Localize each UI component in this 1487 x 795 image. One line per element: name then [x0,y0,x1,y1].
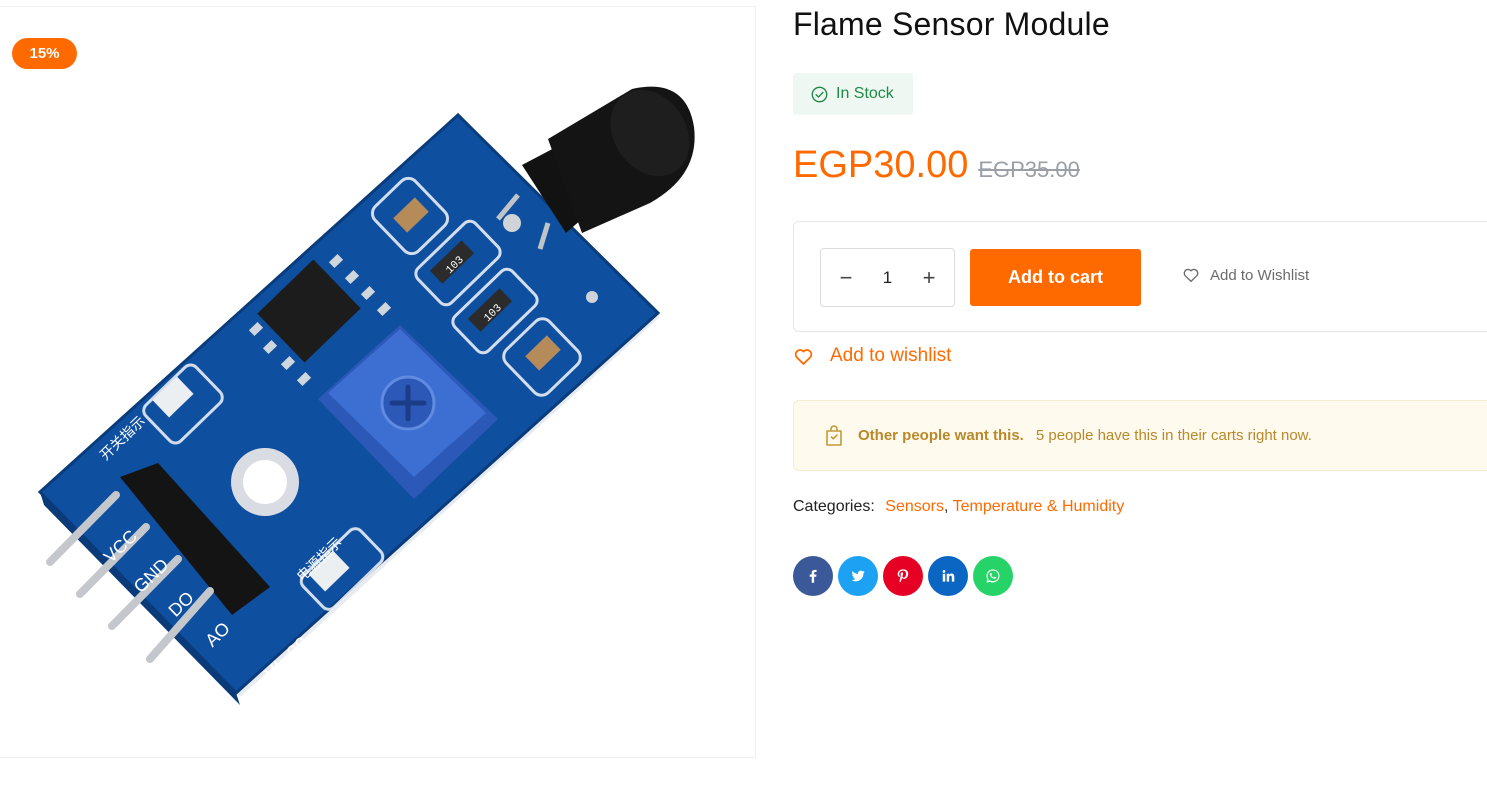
product-categories: Categories: Sensors, Temperature & Humid… [793,498,1124,516]
add-to-cart-form: − 1 + Add to cart Add to Wishlist [793,221,1487,332]
categories-label: Categories: [793,498,875,515]
cart-demand-notice: Other people want this. 5 people have th… [793,400,1487,471]
add-to-wishlist-label: Add to Wishlist [1210,266,1310,284]
add-to-cart-button[interactable]: Add to cart [970,249,1141,306]
quantity-input[interactable]: 1 [883,268,892,288]
category-link-sensors[interactable]: Sensors [885,498,944,515]
social-share [793,556,1013,596]
add-to-wishlist-link[interactable]: Add to Wishlist [1182,266,1309,284]
notice-text: 5 people have this in their carts right … [1035,427,1312,444]
sale-badge: 15% [12,38,77,69]
price: EGP30.00 EGP35.00 [793,144,1080,187]
product-gallery: 15% 103 103 开关指示 电源指示 VCC GND DO AO YL-3… [0,6,756,758]
share-facebook-button[interactable] [793,556,833,596]
stock-status-label: In Stock [836,85,894,102]
add-to-wishlist-label: Add to wishlist [830,345,952,366]
price-current: EGP30.00 [793,144,969,186]
share-linkedin-button[interactable] [928,556,968,596]
category-separator: , [943,498,953,515]
share-pinterest-button[interactable] [883,556,923,596]
product-summary: Flame Sensor Module In Stock EGP30.00 EG… [793,0,1487,795]
notice-heading: Other people want this. [858,427,1024,444]
heart-icon [1183,268,1199,283]
quantity-stepper: − 1 + [820,248,955,307]
whatsapp-icon [986,569,1000,583]
twitter-icon [851,570,865,582]
check-circle-icon [811,86,828,102]
linkedin-icon [942,570,955,582]
category-link-temperature-humidity[interactable]: Temperature & Humidity [953,498,1125,515]
pinterest-icon [897,569,909,583]
product-page: 15% 103 103 开关指示 电源指示 VCC GND DO AO YL-3… [0,0,1487,795]
share-twitter-button[interactable] [838,556,878,596]
product-title: Flame Sensor Module [793,6,1110,42]
heart-icon [794,348,813,365]
quantity-decrease-button[interactable]: − [835,266,857,289]
add-to-wishlist-button[interactable]: Add to wishlist [793,345,951,367]
price-old: EGP35.00 [978,157,1080,182]
product-image[interactable]: 103 103 开关指示 电源指示 VCC GND DO AO YL-38 [0,7,756,758]
shopping-bag-icon [826,424,842,446]
facebook-icon [809,569,817,583]
stock-status: In Stock [793,73,913,115]
share-whatsapp-button[interactable] [973,556,1013,596]
quantity-increase-button[interactable]: + [918,266,940,289]
